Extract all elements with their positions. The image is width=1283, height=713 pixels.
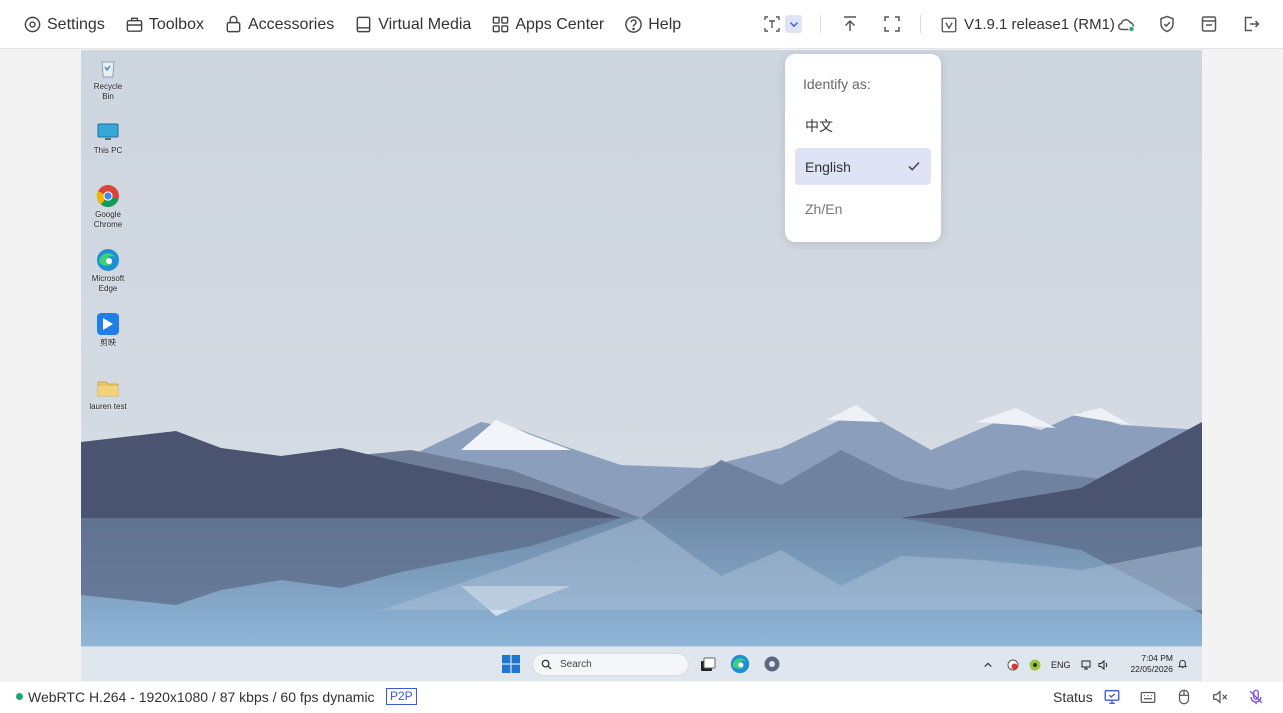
arrow-up-icon (844, 16, 856, 31)
nav-apps-center-label: Apps Center (515, 15, 605, 33)
check-icon (908, 161, 920, 171)
apps-center-icon (492, 16, 509, 33)
folder-icon (97, 381, 119, 397)
desktop-icon-label: Recycle Bin (93, 82, 123, 101)
nav-help[interactable]: Help (614, 0, 691, 49)
nav-virtual-media-label: Virtual Media (378, 15, 472, 33)
nav-accessories[interactable]: Accessories (214, 0, 344, 49)
nav-settings-label: Settings (47, 15, 105, 33)
version-info[interactable]: V1.9.1 release1 (RM1) (940, 0, 1115, 49)
microphone-muted-icon[interactable] (1247, 688, 1265, 706)
connection-info: WebRTC H.264 - 1920x1080 / 87 kbps / 60 … (28, 689, 375, 705)
identify-button[interactable] (760, 12, 784, 36)
speaker-muted-icon[interactable] (1211, 688, 1229, 706)
monitor-icon (97, 123, 119, 140)
desktop-icon-label: Microsoft Edge (91, 274, 125, 293)
screen-icon[interactable] (1103, 688, 1121, 706)
keyboard-icon[interactable] (1139, 688, 1157, 706)
desktop-icon-label: 剪映 (100, 338, 116, 347)
desktop-icon-recycle-bin[interactable]: Recycle Bin (87, 56, 129, 102)
identify-option-chinese[interactable]: 中文 (795, 107, 931, 144)
logout-icon (1244, 16, 1260, 32)
dropdown-title: Identify as: (803, 76, 871, 92)
notes-icon (1201, 16, 1217, 32)
chrome-icon (96, 185, 119, 207)
record-icon[interactable] (1007, 659, 1019, 671)
taskbar-search-placeholder: Search (560, 659, 592, 670)
desktop-icon-jianying[interactable]: 剪映 (87, 312, 129, 348)
accessories-icon (226, 15, 241, 33)
security-button[interactable] (1155, 12, 1179, 36)
clock-date: 22/05/2026 (1130, 664, 1173, 674)
desktop-icon-label: lauren test (89, 402, 127, 411)
identify-option-zh-en[interactable]: Zh/En (795, 190, 931, 227)
recycle-bin-icon (101, 61, 115, 78)
mouse-icon[interactable] (1175, 688, 1193, 706)
tray-app-icon[interactable] (1029, 659, 1041, 671)
connection-status-dot (16, 693, 23, 700)
windows-start-icon[interactable] (502, 655, 520, 673)
top-toolbar: Settings Toolbox Accessories Virtual Med… (0, 0, 1283, 49)
nav-apps-center[interactable]: Apps Center (481, 0, 614, 49)
settings-icon (24, 16, 41, 33)
taskbar-search-box[interactable]: Search (532, 653, 689, 676)
system-tray: ENG (983, 647, 1109, 681)
clock-time: 7:04 PM (1141, 653, 1173, 663)
cloud-icon (1117, 18, 1135, 33)
nav-toolbox-label: Toolbox (148, 15, 204, 33)
notes-button[interactable] (1197, 12, 1221, 36)
toolbox-icon (126, 17, 143, 32)
taskbar-clock[interactable]: 7:04 PM 22/05/2026 (1125, 653, 1173, 675)
jianying-app-icon (97, 313, 119, 335)
remote-desktop-view[interactable]: Recycle Bin This PC Google Chrome Micros… (81, 50, 1202, 681)
desktop-wallpaper (81, 50, 1202, 646)
identify-dropdown-menu: Identify as: 中文 English Zh/En (785, 54, 941, 242)
desktop-icon-folder[interactable]: lauren test (87, 376, 129, 412)
identify-dropdown-toggle[interactable] (785, 15, 802, 33)
nav-accessories-label: Accessories (247, 15, 335, 33)
edge-icon (97, 249, 119, 271)
nav-settings[interactable]: Settings (0, 0, 115, 49)
settings-taskbar-icon[interactable] (762, 654, 782, 674)
nav-help-label: Help (648, 15, 682, 33)
logout-button[interactable] (1239, 12, 1263, 36)
chevron-down-icon (789, 22, 798, 28)
option-label: English (805, 158, 851, 175)
version-label: V1.9.1 release1 (RM1) (964, 16, 1115, 33)
notification-bell-icon[interactable] (1177, 658, 1188, 669)
nav-virtual-media[interactable]: Virtual Media (344, 0, 481, 49)
version-icon (941, 17, 957, 32)
fullscreen-button[interactable] (880, 12, 904, 36)
windows-taskbar: Search ENG 7:04 PM 22/05/2026 (81, 646, 1202, 681)
desktop-icon-chrome[interactable]: Google Chrome (87, 184, 129, 230)
scan-text-icon (764, 16, 780, 32)
tray-language[interactable]: ENG (1051, 660, 1071, 670)
network-icon[interactable] (1081, 659, 1093, 671)
upload-button[interactable] (838, 12, 862, 36)
volume-icon[interactable] (1097, 659, 1109, 671)
p2p-badge: P2P (386, 688, 417, 705)
help-icon (625, 16, 643, 33)
cloud-button[interactable] (1114, 12, 1138, 36)
nav-toolbox[interactable]: Toolbox (115, 0, 214, 49)
search-icon (541, 659, 552, 670)
edge-taskbar-icon[interactable] (730, 654, 750, 674)
status-bar: WebRTC H.264 - 1920x1080 / 87 kbps / 60 … (0, 682, 1283, 713)
desktop-icon-label: Google Chrome (93, 210, 123, 229)
main-nav: Settings Toolbox Accessories Virtual Med… (0, 0, 691, 49)
chevron-up-icon[interactable] (983, 660, 993, 670)
identify-option-english[interactable]: English (795, 148, 931, 185)
option-label: Zh/En (805, 200, 843, 217)
task-view-icon[interactable] (698, 654, 718, 674)
toolbar-divider (820, 15, 821, 33)
desktop-icon-this-pc[interactable]: This PC (87, 120, 129, 156)
status-button[interactable]: Status (1053, 689, 1093, 705)
virtual-media-icon (356, 16, 371, 33)
toolbar-divider (920, 15, 921, 33)
desktop-icon-edge[interactable]: Microsoft Edge (87, 248, 129, 294)
desktop-icon-label: This PC (93, 146, 123, 155)
shield-check-icon (1160, 15, 1174, 33)
fullscreen-icon (884, 16, 900, 32)
option-label: 中文 (805, 117, 833, 134)
